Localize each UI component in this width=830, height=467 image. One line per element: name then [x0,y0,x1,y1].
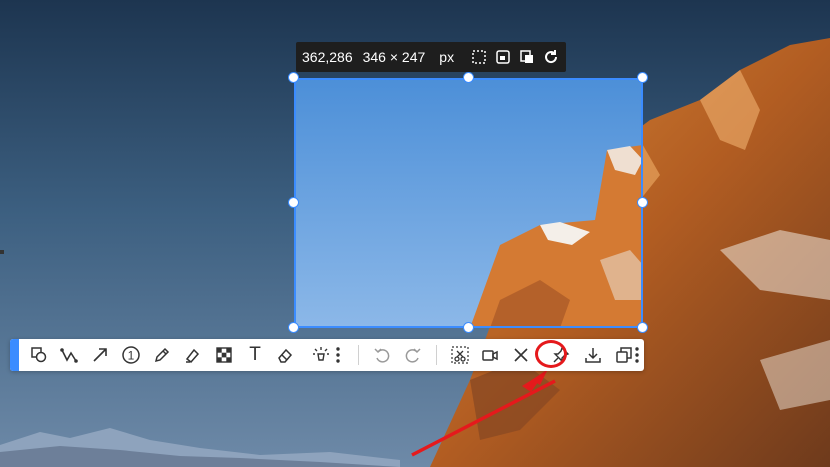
undo-icon[interactable] [370,343,394,367]
resize-handle-middle-left[interactable] [288,197,299,208]
selection-coordinates: 362,286 [302,49,353,65]
resize-handle-top-left[interactable] [288,72,299,83]
eraser-icon[interactable] [273,343,297,367]
resize-handle-top-center[interactable] [463,72,474,83]
selection-rect-icon[interactable] [470,48,488,66]
screenshot-icon[interactable] [518,48,536,66]
arrow-icon[interactable] [88,343,112,367]
mosaic-icon[interactable] [212,343,236,367]
video-icon[interactable] [478,343,502,367]
refresh-icon[interactable] [542,48,560,66]
download-icon[interactable] [581,343,605,367]
size-unit: px [439,49,455,65]
selection-info-bar: 362,286 346 × 247 px [296,42,566,72]
toolbar-drag-handle[interactable] [10,339,19,371]
pin-highlight-circle [535,340,567,368]
resize-handle-bottom-right[interactable] [637,322,648,333]
shape-icon[interactable] [27,343,51,367]
more-vertical-icon[interactable] [631,343,643,367]
toolbar-divider [358,345,359,365]
toolbar-divider [436,345,437,365]
redo-icon[interactable] [401,343,425,367]
text-icon[interactable]: T [243,343,267,367]
polyline-icon[interactable] [57,343,81,367]
resize-handle-middle-right[interactable] [637,197,648,208]
selection-area[interactable] [294,78,643,328]
resize-handle-bottom-left[interactable] [288,322,299,333]
text-tool-label: T [249,344,261,365]
more-vertical-icon[interactable] [332,343,344,367]
close-icon[interactable] [509,343,533,367]
resize-handle-bottom-center[interactable] [463,322,474,333]
marker-icon[interactable] [181,343,205,367]
number-circle-icon[interactable]: 1 [119,343,143,367]
resize-handle-top-right[interactable] [637,72,648,83]
edge-mark [0,250,4,254]
scissors-icon[interactable] [448,343,472,367]
magic-light-icon[interactable] [309,343,333,367]
pencil-icon[interactable] [150,343,174,367]
window-icon[interactable] [494,48,512,66]
selection-size: 346 × 247 [362,49,426,65]
number-tool-label: 1 [128,349,135,363]
